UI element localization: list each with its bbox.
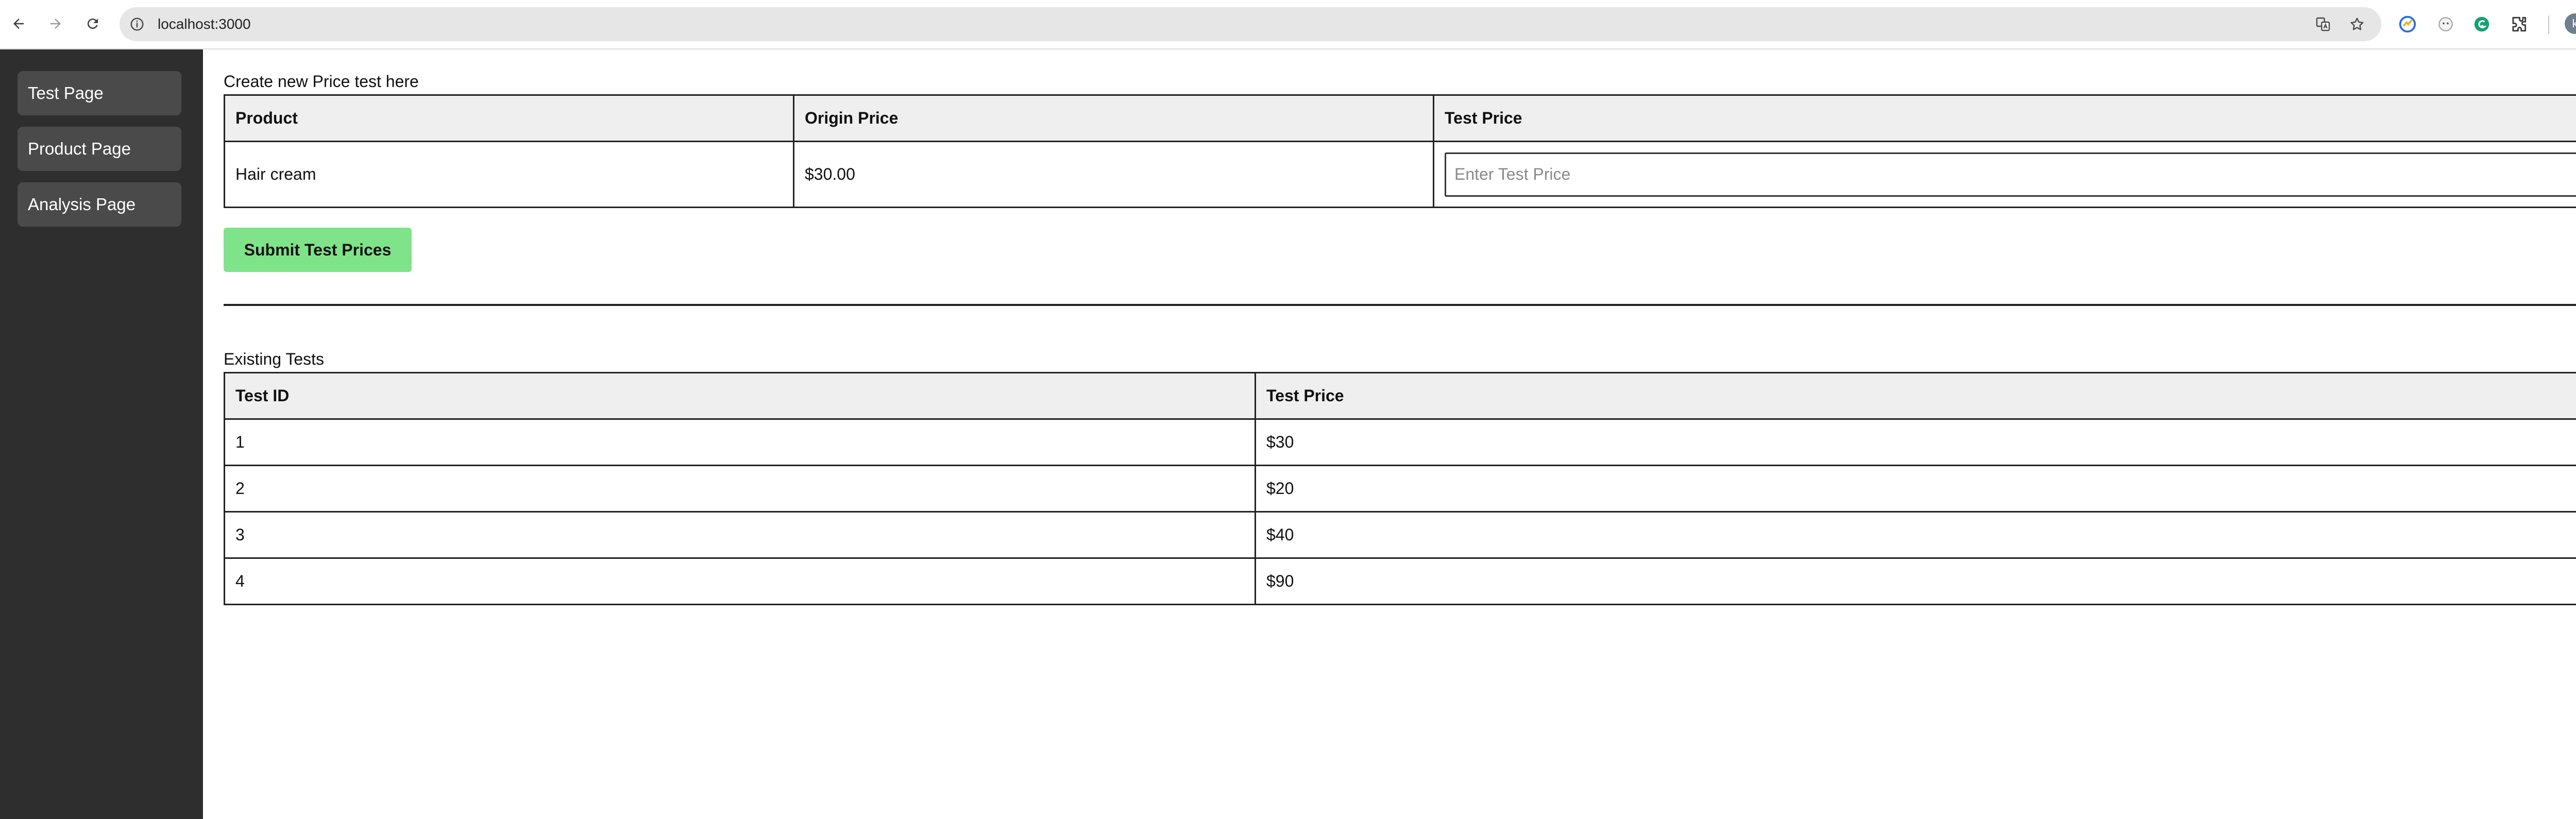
table-row: 3 $40 [224, 511, 2576, 559]
create-test-table: Product Origin Price Test Price Hair cre… [224, 94, 2576, 208]
test-id-cell: 4 [224, 557, 1256, 605]
header-product: Product [224, 94, 794, 142]
table-header-row: Product Origin Price Test Price [224, 94, 2576, 142]
test-price-cell: $90 [1255, 557, 2576, 605]
test-id-cell: 2 [224, 465, 1256, 513]
info-circle-icon[interactable] [129, 16, 145, 32]
extension-blue-icon[interactable] [2397, 13, 2418, 35]
origin-price-cell: $30.00 [793, 141, 1434, 208]
puzzle-icon[interactable] [2508, 13, 2530, 35]
test-price-input[interactable] [1445, 152, 2576, 197]
table-header-row: Test ID Test Price [224, 372, 2576, 420]
sidebar-item-product-page[interactable]: Product Page [18, 127, 181, 171]
existing-tests-caption: Existing Tests [224, 350, 325, 368]
arrow-right-icon [50, 19, 61, 29]
section-divider [224, 304, 2576, 306]
profile-avatar[interactable]: k [2565, 13, 2576, 34]
url-text[interactable]: localhost:3000 [158, 15, 251, 33]
table-row: Hair cream $30.00 [224, 141, 2576, 208]
table-row: 4 $90 [224, 557, 2576, 605]
test-price-cell: $40 [1255, 511, 2576, 559]
extension-ghost-icon[interactable] [2435, 13, 2456, 35]
sidebar-item-analysis-page[interactable]: Analysis Page [18, 182, 181, 227]
test-price-cell: $20 [1255, 465, 2576, 513]
arrow-left-icon [13, 19, 24, 29]
header-test-id: Test ID [224, 372, 1256, 420]
back-button[interactable] [4, 9, 33, 38]
product-name-cell: Hair cream [224, 141, 794, 208]
sidebar-item-test-page[interactable]: Test Page [18, 71, 181, 115]
star-icon[interactable] [2348, 15, 2366, 33]
create-test-caption: Create new Price test here [224, 72, 419, 91]
reload-button[interactable] [78, 9, 107, 38]
test-price-cell: $30 [1255, 418, 2576, 466]
test-id-cell: 1 [224, 418, 1256, 466]
translate-icon[interactable] [2314, 15, 2332, 33]
test-id-cell: 3 [224, 511, 1256, 559]
forward-button[interactable] [41, 9, 70, 38]
browser-toolbar: localhost:3000 k [0, 0, 2576, 49]
existing-tests-table: Test ID Test Price 1 $30 2 $20 3 $40 4 $… [224, 372, 2576, 605]
header-test-price: Test Price [1433, 94, 2576, 142]
sidebar: Test Page Product Page Analysis Page [0, 49, 203, 819]
header-origin-price: Origin Price [793, 94, 1434, 142]
toolbar-divider [2548, 15, 2549, 34]
address-bar[interactable]: localhost:3000 [120, 7, 2381, 41]
table-row: 1 $30 [224, 418, 2576, 466]
table-row: 2 $20 [224, 465, 2576, 513]
header-test-price: Test Price [1255, 372, 2576, 420]
test-price-cell [1433, 141, 2576, 208]
reload-icon [87, 19, 98, 29]
extension-grammarly-icon[interactable] [2471, 13, 2493, 35]
submit-test-prices-button[interactable]: Submit Test Prices [224, 228, 412, 272]
